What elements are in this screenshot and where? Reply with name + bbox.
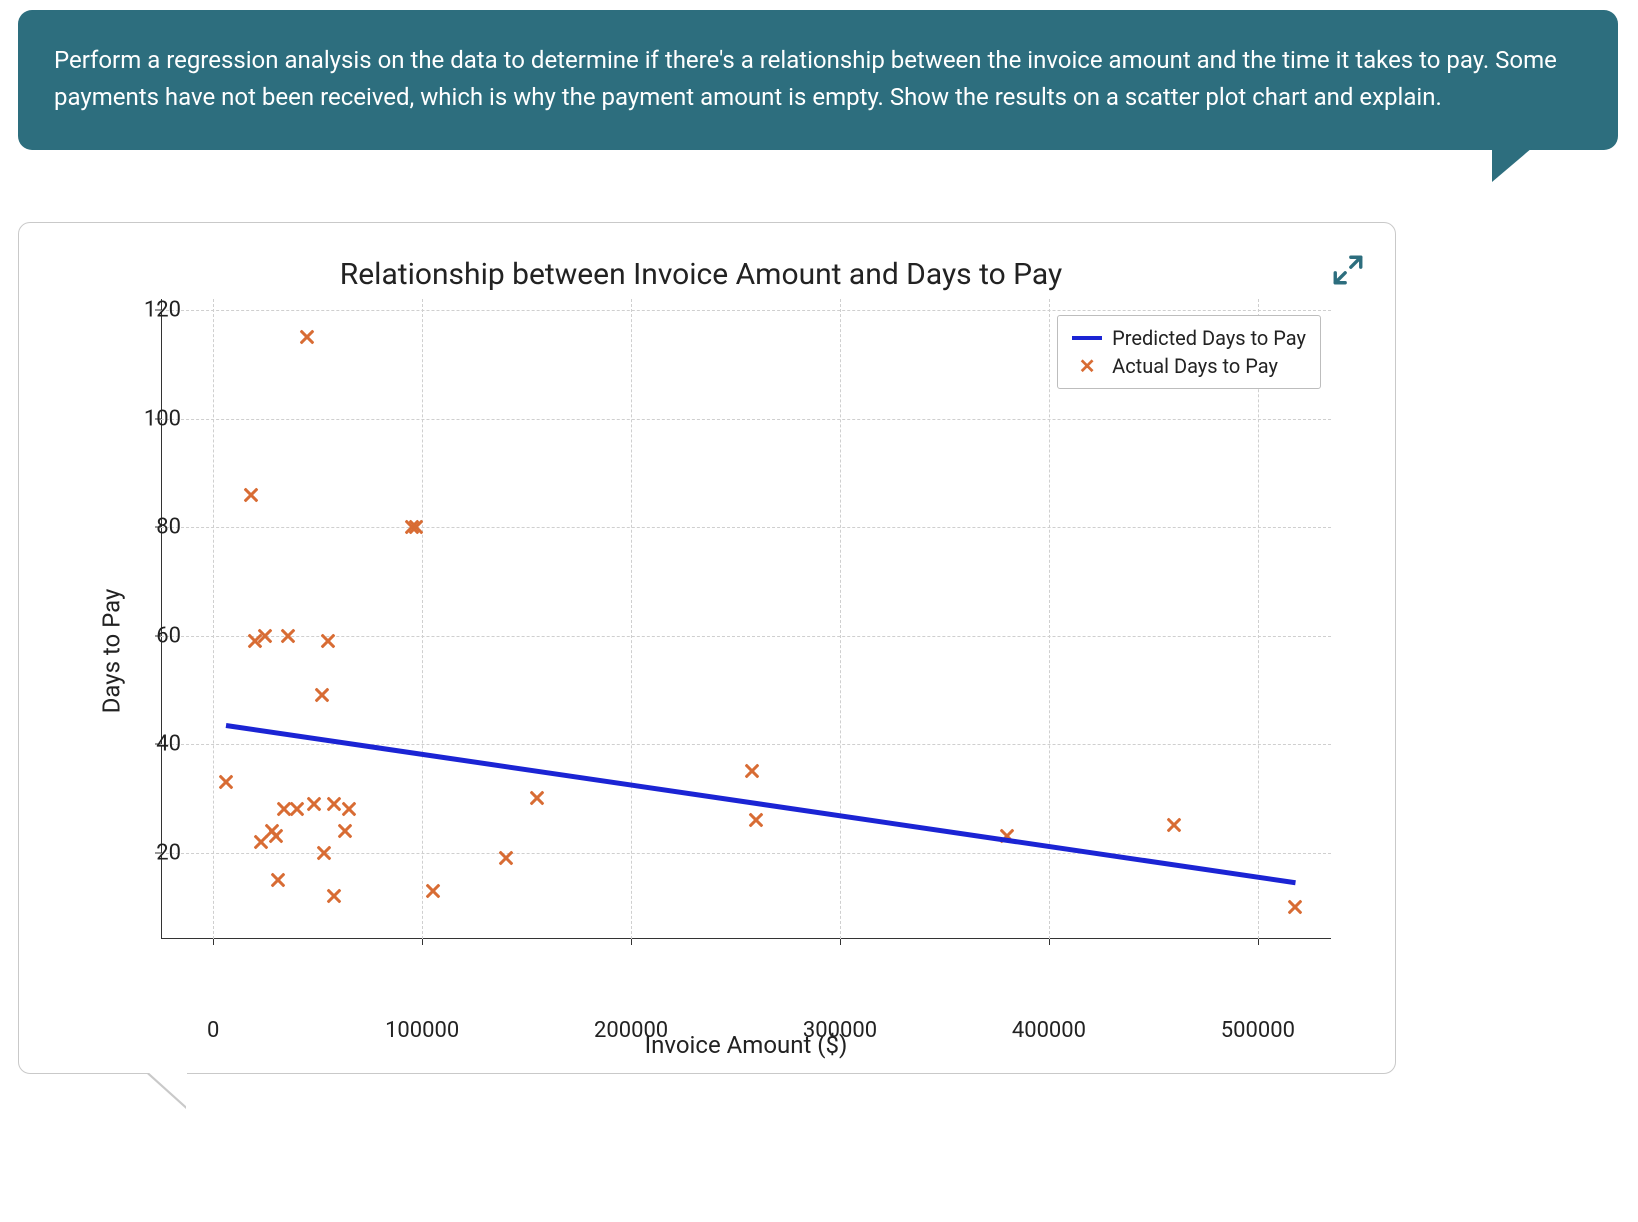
x-tick-label: 100000 [385,1018,459,1043]
grid-line-v [213,299,214,939]
data-point [276,801,292,817]
legend-entry-actual: ✕ Actual Days to Pay [1072,352,1306,380]
grid-line-h [161,636,1331,637]
y-tick-label: 60 [121,623,181,648]
x-tick-label: 0 [207,1018,219,1043]
grid-line-v [840,299,841,939]
data-point [341,801,357,817]
x-tick-label: 400000 [1012,1018,1086,1043]
grid-line-h [161,419,1331,420]
data-point [326,796,342,812]
chart-card: Relationship between Invoice Amount and … [18,222,1396,1074]
x-tick-label: 300000 [803,1018,877,1043]
data-point [299,329,315,345]
grid-line-v [1258,299,1259,939]
chart-title: Relationship between Invoice Amount and … [41,257,1361,292]
grid-line-h [161,527,1331,528]
grid-line-v [422,299,423,939]
data-point [264,823,280,839]
data-point [337,823,353,839]
data-point [529,790,545,806]
data-point [314,687,330,703]
bubble-tail-icon [1492,148,1532,182]
grid-line-h [161,310,1331,311]
data-point [218,774,234,790]
legend-label: Actual Days to Pay [1112,354,1278,378]
regression-line [225,723,1295,885]
data-point [748,812,764,828]
scatter-plot: Relationship between Invoice Amount and … [41,251,1361,1051]
data-point [306,796,322,812]
legend-entry-predicted: Predicted Days to Pay [1072,324,1306,352]
legend-x-icon: ✕ [1072,354,1102,378]
grid-line-h [161,853,1331,854]
data-point [744,763,760,779]
data-point [268,828,284,844]
data-point [270,872,286,888]
grid-line-v [631,299,632,939]
user-prompt-text: Perform a regression analysis on the dat… [18,10,1618,150]
data-point [253,834,269,850]
data-point [289,801,305,817]
x-tick-label: 200000 [594,1018,668,1043]
data-point [1166,817,1182,833]
user-prompt-bubble: Perform a regression analysis on the dat… [18,10,1618,150]
reply-bubble-tail-icon [147,1071,187,1107]
axes-area [161,299,1331,979]
data-point [243,487,259,503]
y-axis-label: Days to Pay [97,589,125,714]
legend-label: Predicted Days to Pay [1112,326,1306,350]
data-point [1287,899,1303,915]
y-tick-label: 80 [121,515,181,540]
x-tick-label: 500000 [1221,1018,1295,1043]
legend-line-icon [1072,336,1102,340]
x-axis-line [161,938,1331,939]
y-tick-label: 20 [121,840,181,865]
data-point [425,883,441,899]
data-point [326,888,342,904]
y-tick-label: 40 [121,732,181,757]
legend: Predicted Days to Pay ✕ Actual Days to P… [1057,315,1321,389]
y-tick-label: 100 [121,406,181,431]
x-axis-label: Invoice Amount ($) [161,1031,1331,1059]
y-tick-label: 120 [121,298,181,323]
